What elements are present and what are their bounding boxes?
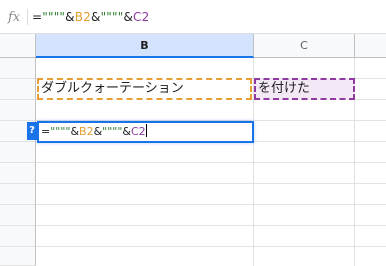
formula-token: B2 xyxy=(79,125,94,138)
formula-token: """" xyxy=(102,125,123,138)
row-header[interactable] xyxy=(0,58,36,79)
row-header[interactable] xyxy=(0,79,36,100)
formula-token: & xyxy=(70,125,80,138)
formula-token: & xyxy=(93,125,103,138)
formula-token: B2 xyxy=(74,10,91,24)
formula-token: C2 xyxy=(131,125,146,138)
formula-token: = xyxy=(32,10,43,24)
grid-line xyxy=(36,162,386,163)
text-cursor xyxy=(145,124,147,137)
formula-token: C2 xyxy=(133,10,150,24)
row-header[interactable] xyxy=(0,205,36,226)
row-header[interactable] xyxy=(0,142,36,163)
grid-line xyxy=(36,246,386,247)
formula-token: & xyxy=(65,10,75,24)
column-headers: B C xyxy=(0,34,386,58)
row-header[interactable] xyxy=(0,184,36,205)
cell-editor-formula: =""""&B2&""""&C2 xyxy=(41,125,146,138)
cell-editor-b4[interactable]: =""""&B2&""""&C2 xyxy=(37,121,254,143)
formula-token: """" xyxy=(50,125,71,138)
formula-token: & xyxy=(122,125,131,138)
column-header-d[interactable] xyxy=(355,34,386,58)
row-header[interactable] xyxy=(0,163,36,184)
column-header-c[interactable]: C xyxy=(254,34,355,58)
cell-b2[interactable]: ダブルクォーテーション xyxy=(37,78,252,100)
grid-line xyxy=(36,204,386,205)
formula-token: & xyxy=(123,10,134,24)
row-header[interactable] xyxy=(0,100,36,121)
formula-bar-divider xyxy=(27,9,28,25)
formula-token: & xyxy=(91,10,101,24)
column-header-b[interactable]: B xyxy=(36,34,254,58)
grid-line xyxy=(36,183,386,184)
formula-token: = xyxy=(41,125,51,138)
formula-help-icon[interactable]: ? xyxy=(27,122,37,140)
fx-icon: fx xyxy=(8,10,21,25)
formula-input[interactable]: =""""&B2&""""&C2 xyxy=(32,10,149,24)
select-all-corner[interactable] xyxy=(0,34,36,58)
grid-line xyxy=(36,225,386,226)
row-header[interactable] xyxy=(0,226,36,247)
cell-c2[interactable]: を付けた xyxy=(254,78,355,100)
row-header[interactable] xyxy=(0,247,36,266)
formula-token: """" xyxy=(42,10,66,24)
formula-token: """" xyxy=(100,10,124,24)
formula-bar: fx =""""&B2&""""&C2 xyxy=(0,0,386,34)
